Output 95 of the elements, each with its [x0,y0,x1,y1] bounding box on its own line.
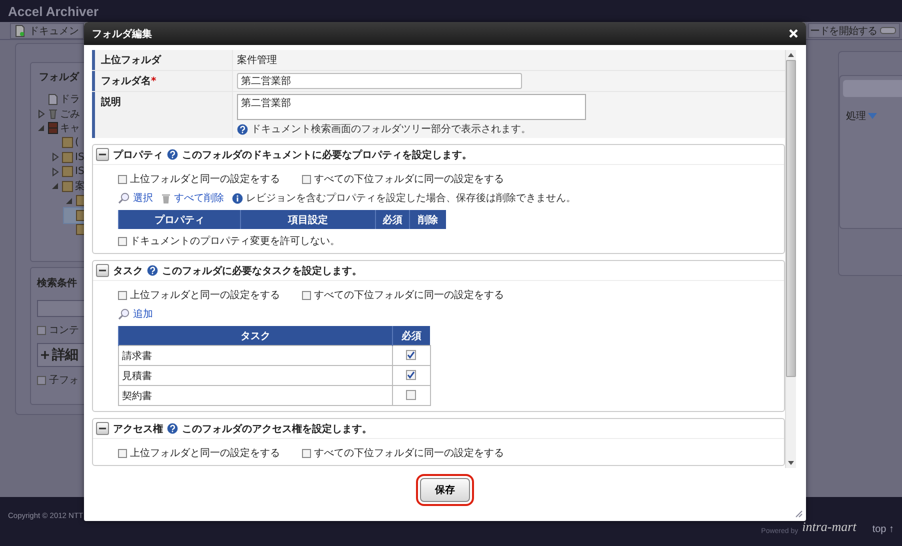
start-button[interactable]: ードを開始する [808,23,900,38]
document-icon [15,24,25,36]
section-description: このフォルダのアクセス権を設定します。 [182,422,372,436]
help-icon [237,124,248,134]
note-text: レビジョンを含むプロパティを設定した場合、保存後は削除できません。 [246,192,576,205]
tree-item-label[interactable]: ごみ [60,106,80,121]
tree-item-label[interactable]: キャ [60,121,80,136]
help-icon [147,265,158,276]
table-cell: 契約書 [118,386,392,406]
checkbox-label: すべての下位フォルダに同一の設定をする [314,446,504,460]
help-text: ドキュメント検索画面のフォルダツリー部分で表示されます。 [251,122,531,136]
tree-item-label[interactable]: ドラ [60,92,80,106]
field-value: 案件管理 [237,54,278,67]
app-title: Accel Archiver [8,4,99,18]
section-description: このフォルダに必要なタスクを設定します。 [162,264,362,278]
checkbox[interactable] [302,290,311,300]
scrollbar-thumb[interactable] [786,60,796,377]
action-link[interactable]: 追加 [133,307,153,321]
checkbox-label: 上位フォルダと同一の設定をする [130,288,280,302]
field-label: 上位フォルダ [101,55,161,66]
close-icon[interactable] [789,29,798,38]
checkbox[interactable] [118,236,127,246]
column-header: タスク [118,326,392,346]
collapse-icon[interactable] [96,148,109,161]
folder-icon [62,166,73,178]
section-title: アクセス権 [113,422,163,436]
column-header: 削除 [410,210,446,229]
collapse-triangle-icon[interactable] [50,181,60,192]
trash-icon [48,108,58,120]
checkbox[interactable] [37,326,46,334]
table-cell: 請求書 [118,346,392,366]
trash-icon [161,192,171,204]
panel-title: フォルダ [38,70,79,84]
brand-logo: intra-mart [802,519,856,535]
checkbox[interactable] [406,350,416,360]
magnifier-icon [118,308,130,320]
folder-icon [62,180,73,192]
section-title: タスク [113,264,143,278]
help-icon [167,149,178,160]
tree-item-label[interactable]: ( [75,137,79,148]
cabinet-icon [48,122,58,134]
checkbox[interactable] [37,376,46,384]
section-description: このフォルダのドキュメントに必要なプロパティを設定します。 [182,148,472,162]
checkbox[interactable] [118,174,127,184]
checkbox-label: すべての下位フォルダに同一の設定をする [314,288,504,302]
help-icon [167,423,178,434]
expand-triangle-icon[interactable] [36,108,46,119]
plus-icon [41,351,49,359]
dialog-title: フォルダ編集 [92,28,152,40]
column-header: 必須 [392,326,430,346]
checkbox-label: 子フォ [49,374,79,387]
document-icon [48,94,58,105]
column-header: プロパティ [118,210,240,229]
collapse-icon[interactable] [96,264,109,277]
checkbox-label: コンテ [49,324,79,337]
checkbox[interactable] [406,370,416,380]
checkbox[interactable] [302,174,311,184]
table-cell: 見積書 [118,366,392,386]
column-header: 項目設定 [240,210,376,229]
tree-item-label[interactable]: IS [75,166,84,178]
collapse-triangle-icon[interactable] [64,196,74,206]
action-link[interactable]: すべて削除 [174,191,224,205]
action-menu[interactable]: 処理 [846,109,902,123]
textarea-field[interactable]: 第二営業部 [237,94,586,120]
scrollbar[interactable] [785,50,796,468]
checkbox[interactable] [118,290,127,300]
caret-icon [868,113,877,119]
action-link[interactable]: 選択 [133,191,153,205]
checkbox-label: 上位フォルダと同一の設定をする [130,172,280,186]
checkbox[interactable] [118,448,127,458]
info-icon [232,192,243,204]
collapse-triangle-icon[interactable] [36,123,46,134]
expand-triangle-icon[interactable] [50,152,60,162]
field-label: フォルダ名 [101,76,151,87]
column-header: 必須 [376,210,410,229]
expand-triangle-icon[interactable] [50,166,60,177]
required-mark: * [151,76,156,87]
checkbox-label: ドキュメントのプロパティ変更を許可しない。 [130,234,340,248]
magnifier-icon [118,192,130,204]
section-title: プロパティ [113,148,163,162]
checkbox-label: すべての下位フォルダに同一の設定をする [314,172,504,186]
checkbox[interactable] [406,390,416,400]
top-link[interactable]: top ↑ [872,524,894,535]
folder-icon [62,137,73,148]
folder-icon [62,152,73,163]
panel-title: 検索条件 [37,276,77,290]
new-document-button[interactable]: ドキュメン [10,22,84,38]
collapse-icon[interactable] [96,422,109,435]
tree-item-label[interactable]: 案 [75,179,85,194]
checkbox[interactable] [302,448,311,458]
resize-grip-icon[interactable] [794,509,803,518]
checkbox-label: 上位フォルダと同一の設定をする [130,446,280,460]
field-label: 説明 [101,97,121,108]
tree-item-label[interactable]: IS [75,152,84,163]
input-field[interactable]: 第二営業部 [237,73,522,89]
